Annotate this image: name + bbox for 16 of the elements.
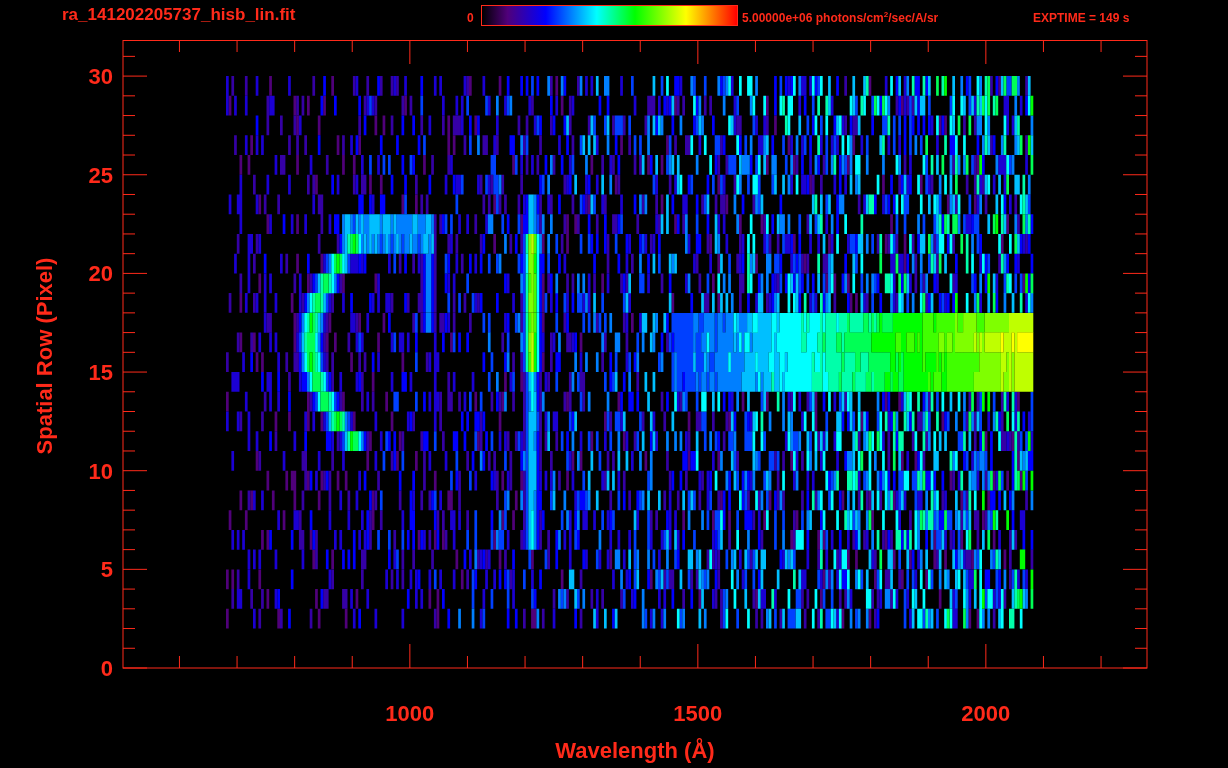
file-title: ra_141202205737_hisb_lin.fit: [62, 5, 297, 25]
y-tick-label: 0: [100, 656, 113, 681]
x-tick-label: 1500: [673, 701, 723, 726]
x-axis-label: Wavelength (Å): [555, 738, 715, 763]
y-axis-label: Spatial Row (Pixel): [32, 257, 57, 455]
y-tick-label: 15: [88, 360, 113, 386]
y-tick-label: 5: [100, 557, 113, 583]
y-tick-label: 30: [88, 64, 113, 90]
x-tick-label: 2000: [961, 701, 1011, 726]
y-tick-label: 10: [88, 458, 113, 484]
y-tick-label: 25: [88, 162, 113, 188]
colorbar-min-label: 0: [467, 10, 475, 27]
colorbar-max-label: 5.00000e+06 photons/cm$^{2}$/sec/A/sr: [742, 9, 940, 27]
exposure-time: EXPTIME = 149 s: [1033, 10, 1130, 27]
y-tick-label: 20: [88, 261, 113, 287]
x-tick-label: 1000: [385, 701, 435, 726]
